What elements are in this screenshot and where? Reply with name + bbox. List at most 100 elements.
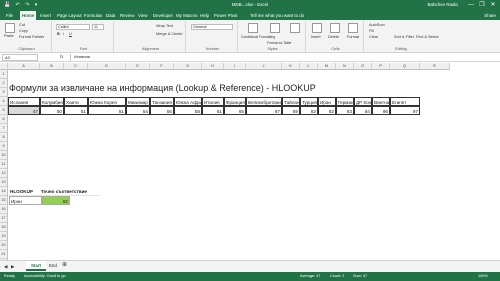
column-header[interactable]: I [224, 63, 246, 70]
exact-match-label[interactable]: Точно съответствие [40, 187, 100, 196]
value-cell[interactable]: 47 [8, 106, 40, 115]
row-header[interactable]: 19 [0, 232, 8, 241]
tab-view[interactable]: View [136, 11, 149, 20]
column-header[interactable]: Q [390, 63, 420, 70]
add-sheet-icon[interactable]: ⊕ [62, 262, 67, 268]
row-header[interactable]: 6 [0, 115, 8, 124]
row-header[interactable]: 12 [0, 169, 8, 178]
tab-review[interactable]: Review [118, 11, 136, 20]
format-cells-button[interactable]: Format [347, 35, 359, 40]
value-cell[interactable]: 65 [224, 106, 246, 115]
row-header[interactable]: 13 [0, 178, 8, 187]
value-cell[interactable]: 58 [174, 106, 202, 115]
tab-my-macros[interactable]: My Macros [174, 11, 199, 20]
format-cells-icon[interactable] [348, 23, 358, 33]
insert-cells-button[interactable]: Insert [311, 35, 321, 40]
sheet-title[interactable]: Формули за извличане на информация (Look… [9, 83, 316, 93]
column-header[interactable]: R [420, 63, 450, 70]
column-header[interactable]: J [246, 63, 282, 70]
column-header[interactable]: M [318, 63, 336, 70]
formula-input[interactable]: Испания [70, 54, 498, 61]
country-cell[interactable]: Египет [390, 97, 420, 106]
merge-center-button[interactable]: Merge & Center [156, 32, 183, 37]
country-cell[interactable]: Танзания [150, 97, 174, 106]
value-cell[interactable]: 51 [88, 106, 126, 115]
country-cell[interactable]: Франция [224, 97, 246, 106]
country-cell[interactable]: Южна Корея [88, 97, 126, 106]
country-cell[interactable]: Великобритания [246, 97, 282, 106]
column-header[interactable]: E [126, 63, 150, 70]
row-header[interactable]: 16 [0, 205, 8, 214]
minimize-icon[interactable]: — [466, 1, 476, 9]
maximize-icon[interactable]: ❐ [477, 1, 487, 9]
fx-icon[interactable]: fx [60, 54, 64, 59]
tab-help[interactable]: Help [198, 11, 211, 20]
conditional-formatting-button[interactable]: Conditional Formatting [241, 35, 275, 40]
country-cell[interactable]: Германия [336, 97, 354, 106]
fill-button[interactable]: Fill [369, 29, 374, 34]
column-header[interactable]: K [282, 63, 300, 70]
row-header[interactable]: 2 [0, 79, 8, 88]
spreadsheet-grid[interactable]: ABCDEFGHIJKLMNOPQR 1 2 3 4 5 6 7 8 9 10 11 12 13 14 15… [0, 63, 500, 260]
column-header[interactable]: P [372, 63, 390, 70]
prev-sheet-icon[interactable]: ◀ [4, 264, 7, 269]
country-cell[interactable]: Хаити [64, 97, 88, 106]
close-icon[interactable]: ✕ [488, 1, 498, 9]
column-header[interactable]: N [336, 63, 354, 70]
value-cell[interactable]: 97 [390, 106, 420, 115]
value-cell[interactable]: 69 [282, 106, 300, 115]
column-header[interactable]: C [64, 63, 88, 70]
row-header[interactable]: 18 [0, 223, 8, 232]
lookup-key-cell[interactable]: Иран [9, 196, 42, 205]
paste-button[interactable]: Paste [4, 34, 14, 39]
value-cell[interactable]: 83 [336, 106, 354, 115]
status-accessibility[interactable]: Accessibility: Good to go [24, 272, 66, 281]
name-box[interactable]: A3 [2, 54, 38, 61]
column-header[interactable]: H [202, 63, 224, 70]
tab-page-layout[interactable]: Page Layout [55, 11, 84, 20]
cell-styles-icon[interactable] [290, 23, 300, 33]
tab-data[interactable]: Data [104, 11, 117, 20]
tab-developer[interactable]: Developer [151, 11, 175, 20]
row-header[interactable]: 11 [0, 160, 8, 169]
country-cell[interactable]: Виетнам [372, 97, 390, 106]
clear-button[interactable]: Clear [369, 35, 378, 40]
underline-button[interactable]: U [69, 32, 72, 37]
value-cell[interactable]: 67 [246, 106, 282, 115]
zoom-level[interactable]: 100% [478, 272, 488, 281]
share-button[interactable]: Share [484, 11, 496, 20]
row-header[interactable]: 7 [0, 124, 8, 133]
copy-button[interactable]: Copy [19, 29, 28, 34]
font-size-select[interactable]: 11 [92, 24, 104, 30]
format-as-table-button[interactable]: Format as Table [267, 41, 291, 46]
country-cell[interactable]: ДР Конго [354, 97, 372, 106]
bold-button[interactable]: B [57, 32, 60, 37]
value-cell[interactable]: 56 [150, 106, 174, 115]
next-sheet-icon[interactable]: ▶ [11, 264, 14, 269]
autosum-button[interactable]: AutoSum [369, 23, 385, 28]
value-cell[interactable]: 51 [64, 106, 88, 115]
row-header[interactable]: 14 [0, 187, 8, 196]
country-cell[interactable]: Тайланд [282, 97, 300, 106]
find-select-button[interactable]: Find & Select [416, 35, 439, 40]
row-header[interactable]: 3 [0, 88, 8, 97]
lookup-result-cell[interactable]: 82 [42, 196, 70, 205]
row-header[interactable]: 8 [0, 133, 8, 142]
row-header[interactable]: 17 [0, 214, 8, 223]
row-header[interactable]: 15 [0, 196, 8, 205]
value-cell[interactable]: 96 [372, 106, 390, 115]
row-header[interactable]: 9 [0, 142, 8, 151]
country-cell[interactable]: Иран [318, 97, 336, 106]
italic-button[interactable]: I [63, 32, 64, 37]
delete-cells-icon[interactable] [330, 23, 340, 33]
country-cell[interactable]: Мианмар [126, 97, 150, 106]
column-header[interactable]: A [8, 63, 40, 70]
sheet-tab-end[interactable]: End [44, 261, 62, 271]
tab-insert[interactable]: Insert [38, 11, 53, 20]
value-cell[interactable]: 50 [40, 106, 64, 115]
country-cell[interactable]: Испания [8, 97, 40, 106]
column-header[interactable]: O [354, 63, 372, 70]
number-format-select[interactable]: General [191, 24, 233, 30]
column-header[interactable]: B [40, 63, 64, 70]
format-as-table-icon[interactable] [270, 23, 280, 33]
